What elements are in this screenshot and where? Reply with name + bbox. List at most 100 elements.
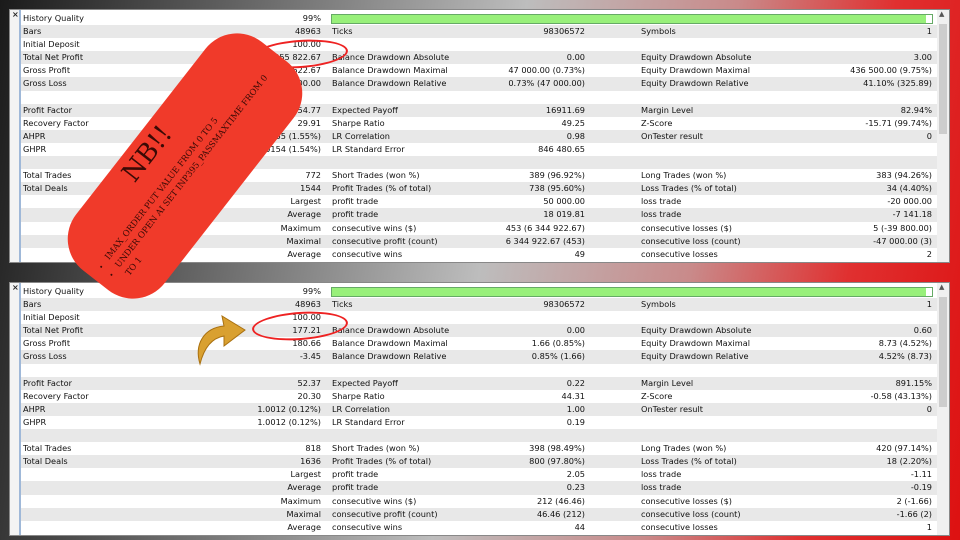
- metric-label: Long Trades (won %): [641, 443, 727, 454]
- metric-value: 0.98: [566, 130, 585, 141]
- metric-label: GHPR: [23, 416, 47, 427]
- table-row: Total Trades 818 Short Trades (won %) 398 (…: [21, 442, 937, 455]
- close-icon[interactable]: ×: [12, 10, 19, 19]
- metric-label: loss trade: [641, 469, 682, 480]
- metric-label: consecutive profit (count): [332, 235, 438, 246]
- metric-value: 1544: [300, 183, 321, 194]
- metric-label: consecutive loss (count): [641, 508, 741, 519]
- metric-label: AHPR: [23, 130, 46, 141]
- metric-value: Average: [287, 521, 321, 532]
- metric-value: -15.71 (99.74%): [865, 117, 932, 128]
- metric-value: 818: [305, 443, 321, 454]
- metric-label: consecutive loss (count): [641, 235, 741, 246]
- table-row: Gross Profit 180.66 Balance Drawdown Maxim…: [21, 337, 937, 350]
- metric-label: Gross Loss: [23, 351, 67, 362]
- metric-label: Short Trades (won %): [332, 170, 420, 181]
- results-table: History Quality 99% Bars 48963 Ticks 98306572…: [21, 285, 937, 534]
- metric-label: loss trade: [641, 209, 682, 220]
- metric-label: Balance Drawdown Absolute: [332, 325, 450, 336]
- metric-value: -20 000.00: [887, 196, 932, 207]
- metric-value: 82.94%: [900, 104, 932, 115]
- metric-value: 0: [926, 403, 932, 414]
- metric-label: consecutive wins: [332, 521, 403, 532]
- metric-value: 436 500.00 (9.75%): [850, 65, 932, 76]
- panel-side-strip: ×: [10, 283, 21, 535]
- metric-value: Maximum: [280, 222, 321, 233]
- metric-label: Margin Level: [641, 377, 694, 388]
- curved-arrow-icon: [197, 314, 246, 366]
- metric-label: consecutive losses: [641, 248, 718, 259]
- table-row: GHPR 1.0012 (0.12%) LR Standard Error 0.19: [21, 416, 937, 429]
- metric-label: Total Deals: [23, 456, 68, 467]
- table-row: Initial Deposit 100.00: [21, 38, 937, 51]
- metric-label: profit trade: [332, 196, 379, 207]
- metric-label: Gross Loss: [23, 78, 67, 89]
- metric-label: LR Standard Error: [332, 416, 405, 427]
- metric-value: Maximal: [286, 235, 321, 246]
- metric-value: 18 019.81: [543, 209, 585, 220]
- metric-label: Gross Profit: [23, 65, 71, 76]
- metric-value: 0.22: [566, 377, 585, 388]
- metric-value: Largest: [290, 196, 321, 207]
- table-row: [21, 429, 937, 443]
- metric-label: OnTester result: [641, 130, 703, 141]
- table-row: Total Net Profit 13 055 822.67 Balance Dra…: [21, 51, 937, 65]
- metric-value: 1636: [300, 456, 321, 467]
- metric-value: -1.11: [910, 469, 932, 480]
- metric-value: 99%: [302, 286, 321, 296]
- metric-label: Initial Deposit: [23, 39, 80, 50]
- table-row: History Quality 99%: [21, 12, 937, 25]
- table-row: Largest profit trade 2.05 loss trade -1.11: [21, 468, 937, 481]
- metric-label: loss trade: [641, 196, 682, 207]
- metric-value: 453 (6 344 922.67): [505, 222, 585, 233]
- metric-value: -1.66 (2): [896, 508, 932, 519]
- table-row: Maximum consecutive wins ($) 212 (46.46) co…: [21, 495, 937, 508]
- metric-value: 8.73 (4.52%): [878, 338, 932, 349]
- metric-label: Z-Score: [641, 390, 673, 401]
- history-quality-bar: [331, 287, 933, 297]
- metric-label: Total Trades: [23, 443, 72, 454]
- metric-value: 0: [926, 130, 932, 141]
- metric-value: Largest: [290, 469, 321, 480]
- results-panel-bottom: × History Quality 99% Bars 48963 Ticks 983065…: [9, 282, 950, 536]
- metric-value: Average: [287, 209, 321, 220]
- metric-label: Loss Trades (% of total): [641, 456, 737, 467]
- metric-value: 46.46 (212): [536, 508, 585, 519]
- metric-value: 0.00: [566, 325, 585, 336]
- table-row: Maximal consecutive profit (count) 46.46 (…: [21, 507, 937, 521]
- scrollbar-thumb[interactable]: [939, 297, 947, 407]
- metric-value: 99%: [302, 13, 321, 23]
- metric-value: 3.00: [913, 52, 932, 63]
- metric-label: consecutive losses: [641, 521, 718, 532]
- metric-label: Equity Drawdown Relative: [641, 351, 749, 362]
- table-row: Total Net Profit 177.21 Balance Drawdown A…: [21, 324, 937, 338]
- metric-value: 20.30: [297, 390, 321, 401]
- metric-value: -3.45: [299, 351, 321, 362]
- metric-label: consecutive wins ($): [332, 222, 417, 233]
- scrollbar[interactable]: ▲: [937, 10, 949, 262]
- metric-value: 44: [574, 521, 585, 532]
- metric-label: profit trade: [332, 209, 379, 220]
- metric-label: LR Standard Error: [332, 143, 405, 154]
- metric-label: consecutive profit (count): [332, 508, 438, 519]
- metric-label: Sharpe Ratio: [332, 390, 385, 401]
- close-icon[interactable]: ×: [12, 283, 19, 292]
- metric-label: Sharpe Ratio: [332, 117, 385, 128]
- metric-value: 891.15%: [895, 377, 932, 388]
- scroll-up-icon[interactable]: ▲: [939, 283, 944, 291]
- scrollbar-thumb[interactable]: [939, 24, 947, 134]
- metric-label: loss trade: [641, 482, 682, 493]
- metric-value: 738 (95.60%): [529, 183, 585, 194]
- metric-value: -0.58 (43.13%): [870, 390, 932, 401]
- metric-value: 0.23: [566, 482, 585, 493]
- metric-value: 98306572: [543, 299, 585, 310]
- metric-label: History Quality: [23, 286, 84, 296]
- metric-value: 54.77: [297, 104, 321, 115]
- scroll-up-icon[interactable]: ▲: [939, 10, 944, 18]
- metric-value: 5 (-39 800.00): [873, 222, 932, 233]
- table-row: Profit Factor 52.37 Expected Payoff 0.22 Mar…: [21, 376, 937, 390]
- metric-value: 49: [574, 248, 585, 259]
- scrollbar[interactable]: ▲: [937, 283, 949, 535]
- metric-label: Equity Drawdown Absolute: [641, 325, 752, 336]
- metric-value: 1.0012 (0.12%): [257, 416, 321, 427]
